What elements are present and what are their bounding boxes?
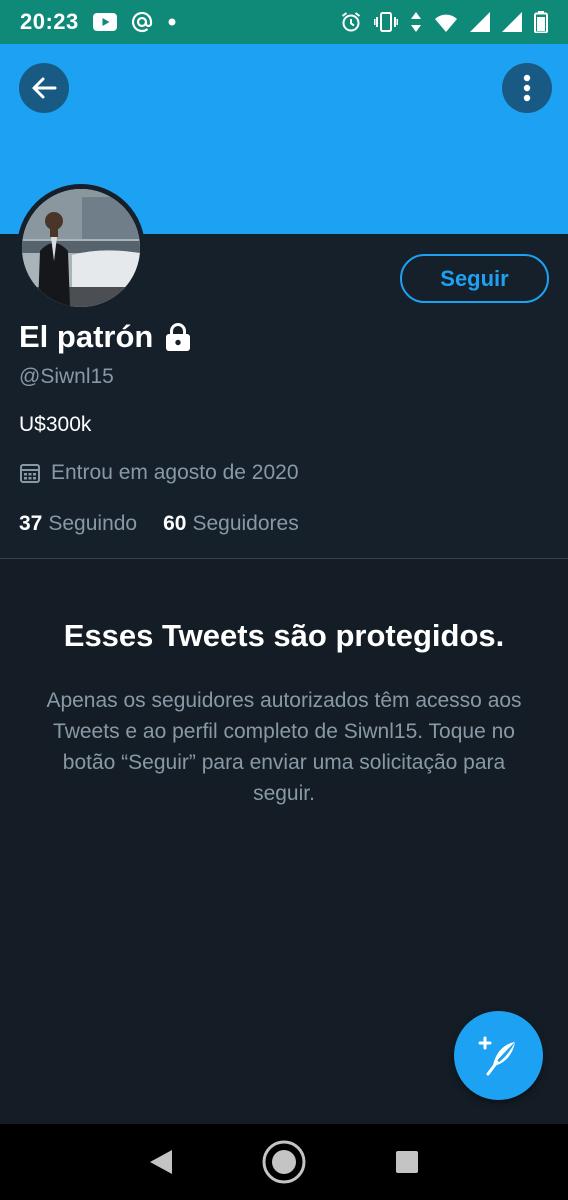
vibrate-icon <box>374 11 398 33</box>
followers-count: 60 <box>163 512 187 535</box>
avatar[interactable] <box>17 184 145 312</box>
compose-tweet-icon <box>478 1036 515 1075</box>
joined-date: Entrou em agosto de 2020 <box>19 461 299 485</box>
battery-icon <box>534 11 548 33</box>
following-label: Seguindo <box>48 512 138 535</box>
wifi-icon <box>434 12 458 32</box>
profile-bio: U$300k <box>19 413 92 436</box>
arrow-left-icon <box>32 77 57 99</box>
signal-icon <box>502 12 522 32</box>
youtube-icon <box>92 13 117 31</box>
more-options-button[interactable] <box>502 63 552 113</box>
status-time: 20:23 <box>20 9 79 34</box>
signal-icon <box>470 12 490 32</box>
protected-description: Apenas os seguidores autorizados têm ace… <box>46 689 522 805</box>
nav-home-icon <box>262 1140 306 1184</box>
joined-text: Entrou em agosto de 2020 <box>51 461 299 484</box>
nav-recents-icon <box>395 1151 418 1173</box>
profile-screen: 20:23 Seguir El patrón @Siwnl15 U$300k E… <box>0 0 568 1200</box>
status-bar: 20:23 <box>0 0 568 44</box>
followers-label: Seguidores <box>192 512 299 535</box>
compose-tweet-button[interactable] <box>454 1011 543 1100</box>
following-link[interactable]: 37 Seguindo <box>19 512 137 536</box>
lock-icon <box>166 323 191 351</box>
protected-title: Esses Tweets são protegidos. <box>63 618 505 653</box>
nav-home-button[interactable] <box>259 1137 309 1187</box>
follow-button[interactable]: Seguir <box>400 254 549 303</box>
at-sign-icon <box>131 11 153 33</box>
following-count: 37 <box>19 512 43 535</box>
nav-back-icon <box>150 1150 173 1174</box>
back-button[interactable] <box>19 63 69 113</box>
nav-recents-button[interactable] <box>382 1137 432 1187</box>
status-left: 20:23 <box>20 9 177 35</box>
calendar-icon <box>20 464 40 483</box>
system-nav-bar <box>0 1124 568 1200</box>
profile-name: El patrón <box>19 319 154 354</box>
status-right <box>340 11 548 33</box>
data-arrows-icon <box>410 11 422 33</box>
alarm-icon <box>340 11 362 33</box>
avatar-photo <box>22 189 140 307</box>
dot-icon <box>167 17 177 27</box>
profile-handle: @Siwnl15 <box>19 365 114 388</box>
more-vertical-icon <box>523 74 531 102</box>
followers-link[interactable]: 60 Seguidores <box>163 512 299 536</box>
nav-back-button[interactable] <box>136 1137 186 1187</box>
profile-name-row: El patrón <box>19 318 191 356</box>
follow-counts: 37 Seguindo 60 Seguidores <box>19 512 299 536</box>
